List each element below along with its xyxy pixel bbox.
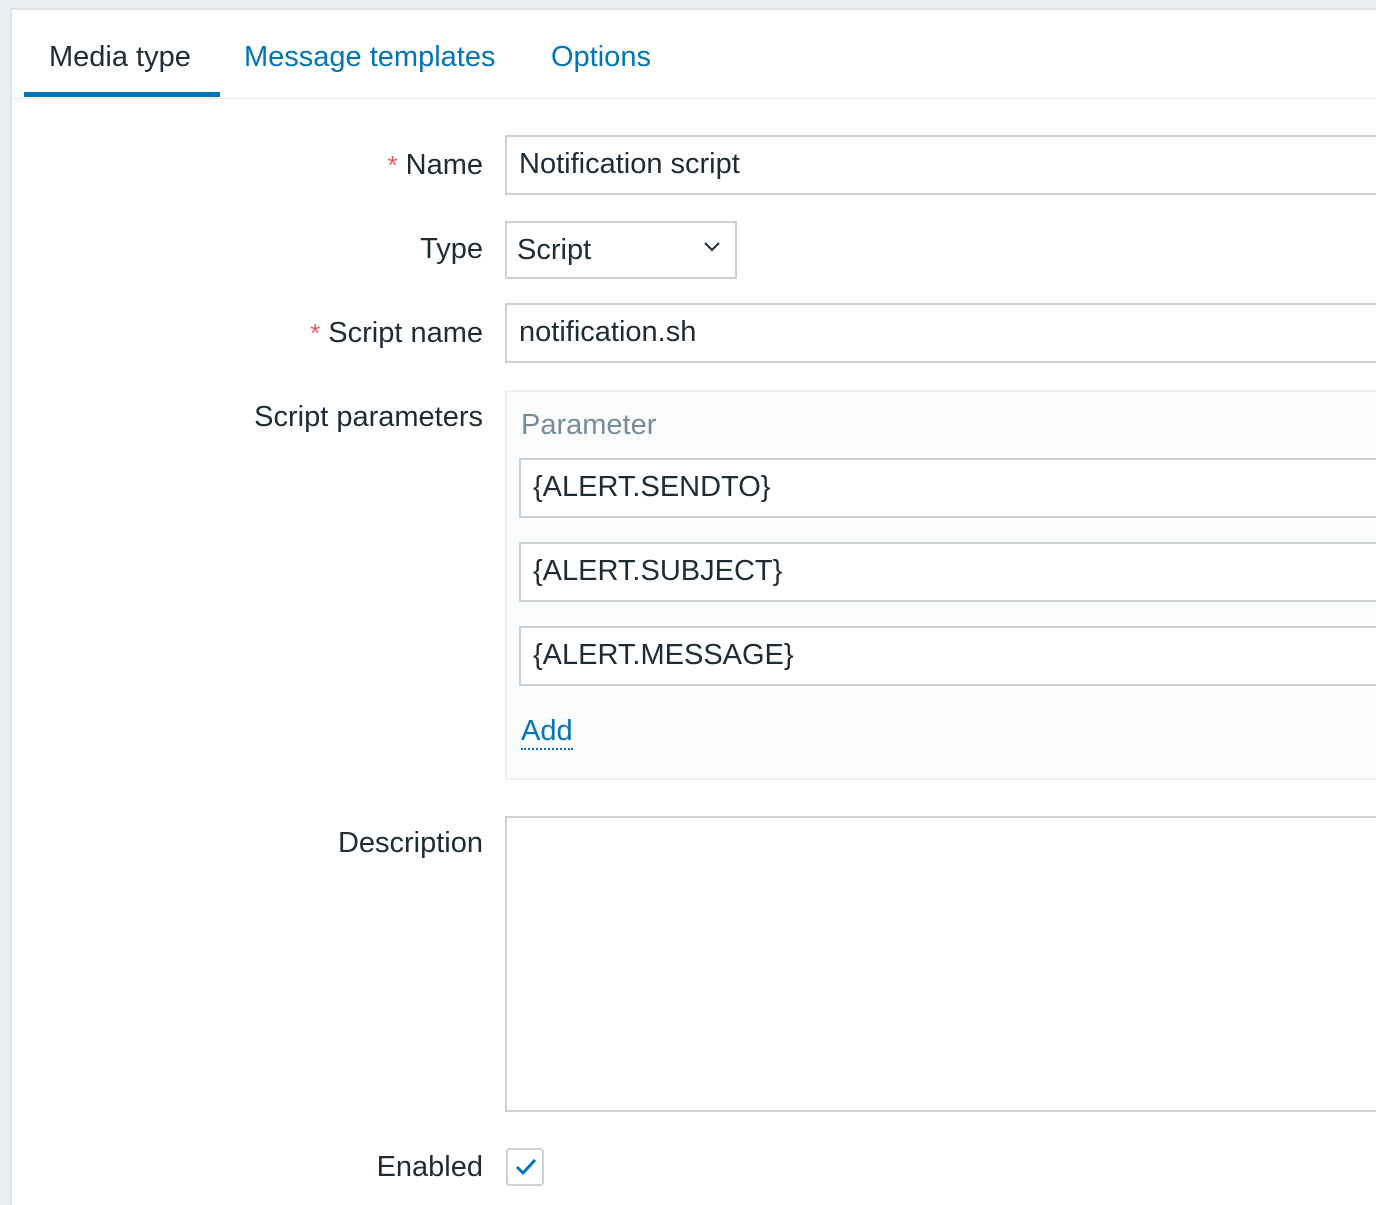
script-name-label: * Script name [310, 317, 483, 349]
type-select-value: Script [517, 234, 592, 266]
tab-bar: Media type Message templates Options [12, 10, 1376, 99]
script-parameters-label: Script parameters [254, 401, 483, 433]
description-textarea[interactable] [505, 816, 1376, 1112]
required-marker: * [387, 150, 398, 180]
chevron-down-icon [704, 242, 720, 252]
description-label: Description [337, 827, 483, 859]
name-input[interactable]: Notification script [505, 135, 1376, 195]
enabled-checkbox[interactable] [506, 1148, 544, 1186]
type-label: Type [420, 233, 483, 265]
parameter-input[interactable]: {ALERT.SUBJECT} [519, 542, 1376, 602]
script-parameters-table: Parameter {ALERT.SENDTO} {ALERT.SUBJECT}… [505, 390, 1376, 780]
checkmark-icon [515, 1158, 537, 1176]
tab-options[interactable]: Options [551, 40, 651, 74]
tab-media-type[interactable]: Media type [49, 40, 191, 74]
parameter-input[interactable]: {ALERT.MESSAGE} [519, 626, 1376, 686]
active-tab-indicator [24, 92, 220, 97]
media-type-form-panel: Media type Message templates Options * Na… [10, 8, 1376, 1205]
parameter-column-header: Parameter [521, 409, 657, 441]
enabled-label: Enabled [376, 1151, 483, 1183]
tab-message-templates[interactable]: Message templates [244, 40, 495, 74]
name-label: * Name [387, 149, 483, 181]
type-select[interactable]: Script [505, 221, 737, 279]
required-marker: * [310, 318, 321, 348]
script-name-input[interactable]: notification.sh [505, 303, 1376, 363]
parameter-input[interactable]: {ALERT.SENDTO} [519, 458, 1376, 518]
add-parameter-link[interactable]: Add [521, 714, 573, 750]
